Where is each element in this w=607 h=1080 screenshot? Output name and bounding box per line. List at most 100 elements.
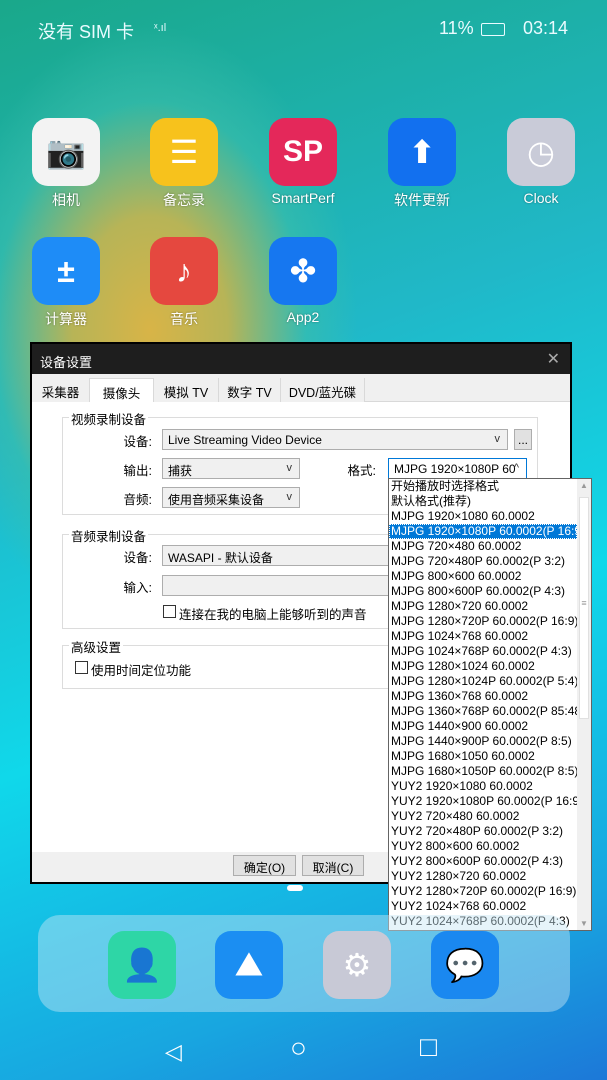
upload-arrow-icon: ⬆	[408, 134, 436, 170]
dock-gallery-icon[interactable]: ⛰	[215, 931, 283, 999]
format-value: MJPG 1920×1080P 60	[394, 462, 516, 476]
format-option[interactable]: YUY2 720×480P 60.0002(P 3:2)	[389, 824, 577, 839]
format-option[interactable]: 默认格式(推荐)	[389, 494, 577, 509]
time-seek-checkbox-label: 使用时间定位功能	[91, 664, 192, 678]
tab-capture[interactable]: 采集器	[32, 378, 90, 402]
scrollbar-thumb[interactable]: ≡	[579, 497, 589, 719]
scroll-down-icon[interactable]: ▼	[580, 919, 588, 928]
smartperf-icon: SP	[282, 135, 324, 168]
audio-label: 音频:	[123, 493, 152, 507]
tab-camera[interactable]: 摄像头	[89, 378, 154, 404]
audio-input-label: 输入:	[123, 581, 152, 595]
format-option[interactable]: MJPG 1280×1024 60.0002	[389, 659, 577, 674]
app-camera-icon[interactable]: 📷	[32, 118, 100, 186]
listen-checkbox-label: 连接在我的电脑上能够听到的声音	[179, 608, 367, 622]
format-option[interactable]: YUY2 800×600 60.0002	[389, 839, 577, 854]
format-option[interactable]: MJPG 1024×768P 60.0002(P 4:3)	[389, 644, 577, 659]
video-device-value: Live Streaming Video Device	[168, 433, 322, 447]
format-option[interactable]: YUY2 800×600P 60.0002(P 4:3)	[389, 854, 577, 869]
format-option[interactable]: 开始播放时选择格式	[389, 479, 577, 494]
ok-button[interactable]: 确定(O)	[233, 855, 296, 876]
dock-contacts-icon[interactable]: 👤	[108, 931, 176, 999]
format-option[interactable]: YUY2 1280×720 60.0002	[389, 869, 577, 884]
app-grid-app-icon[interactable]: ✤	[269, 237, 337, 305]
format-option[interactable]: YUY2 720×480 60.0002	[389, 809, 577, 824]
format-option[interactable]: MJPG 720×480 60.0002	[389, 539, 577, 554]
format-option[interactable]: MJPG 1360×768P 60.0002(P 85:48)	[389, 704, 585, 719]
format-option[interactable]: MJPG 1280×720P 60.0002(P 16:9)	[389, 614, 578, 629]
battery-icon	[481, 23, 505, 36]
audio-source-value: 使用音频采集设备	[168, 493, 265, 507]
format-option[interactable]: MJPG 1440×900 60.0002	[389, 719, 577, 734]
advanced-group-title: 高级设置	[69, 637, 124, 656]
audio-group-title: 音频录制设备	[69, 526, 149, 545]
music-icon: ♪	[176, 252, 192, 289]
clock-time: 03:14	[523, 18, 569, 38]
format-option[interactable]: MJPG 1440×900P 60.0002(P 8:5)	[389, 734, 577, 749]
recents-icon[interactable]: □	[420, 1031, 437, 1063]
gallery-icon: ⛰	[235, 946, 263, 982]
format-select[interactable]: MJPG 1920×1080P 60 ^	[388, 458, 527, 479]
cancel-button[interactable]: 取消(C)	[302, 855, 364, 876]
notepad-icon: ☰	[169, 134, 199, 170]
signal-icon: ˣ.ıl	[154, 22, 167, 34]
format-label: 格式:	[347, 464, 376, 478]
settings-icon: ⚙	[342, 947, 372, 983]
audio-device-value: WASAPI - 默认设备	[168, 551, 273, 565]
home-icon[interactable]: ○	[290, 1032, 307, 1064]
app-label: SmartPerf	[271, 190, 335, 206]
app-label: 计算器	[45, 311, 87, 327]
format-option[interactable]: MJPG 800×600P 60.0002(P 4:3)	[389, 584, 577, 599]
dialog-titlebar: 设备设置 ✕	[32, 344, 570, 374]
output-value: 捕获	[168, 464, 193, 478]
format-option[interactable]: YUY2 1024×768 60.0002	[389, 899, 577, 914]
battery-percent: 11%	[439, 18, 474, 38]
listen-checkbox[interactable]	[163, 605, 176, 618]
more-button[interactable]: ...	[514, 429, 532, 450]
tab-bar: 采集器 摄像头 模拟 TV 数字 TV DVD/蓝光碟	[32, 378, 570, 404]
app-upload-arrow-icon[interactable]: ⬆	[388, 118, 456, 186]
format-option[interactable]: MJPG 1024×768 60.0002	[389, 629, 577, 644]
app-notepad-icon[interactable]: ☰	[150, 118, 218, 186]
video-device-select[interactable]: Live Streaming Video Device v	[162, 429, 508, 450]
app-calculator-icon[interactable]: ±	[32, 237, 100, 305]
tab-digital-tv[interactable]: 数字 TV	[219, 378, 281, 402]
format-option[interactable]: MJPG 720×480P 60.0002(P 3:2)	[389, 554, 577, 569]
page-indicator	[287, 885, 303, 891]
close-icon[interactable]: ✕	[547, 349, 560, 369]
format-option[interactable]: MJPG 1920×1080 60.0002	[389, 509, 577, 524]
app-clock-icon[interactable]: ◷	[507, 118, 575, 186]
contacts-icon: 👤	[122, 947, 162, 983]
format-option[interactable]: YUY2 1920×1080P 60.0002(P 16:9)	[389, 794, 583, 809]
output-select[interactable]: 捕获 v	[162, 458, 300, 479]
dialog-title: 设备设置	[40, 355, 93, 370]
scroll-up-icon[interactable]: ▲	[580, 481, 588, 490]
format-option[interactable]: MJPG 1280×1024P 60.0002(P 5:4)	[389, 674, 578, 689]
audio-source-select[interactable]: 使用音频采集设备 v	[162, 487, 300, 508]
dock-messages-icon[interactable]: 💬	[431, 931, 499, 999]
app-label: Clock	[523, 190, 559, 206]
app-label: 相机	[52, 192, 80, 208]
format-option[interactable]: MJPG 1920×1080P 60.0002(P 16:9)	[389, 524, 585, 539]
format-option[interactable]: MJPG 1360×768 60.0002	[389, 689, 577, 704]
tab-analog-tv[interactable]: 模拟 TV	[154, 378, 219, 402]
tab-dvd-bluray[interactable]: DVD/蓝光碟	[281, 378, 365, 402]
app-smartperf-icon[interactable]: SP	[269, 118, 337, 186]
dock-settings-icon[interactable]: ⚙	[323, 931, 391, 999]
format-option[interactable]: MJPG 1280×720 60.0002	[389, 599, 577, 614]
time-seek-checkbox[interactable]	[75, 661, 88, 674]
app-label: App2	[286, 309, 320, 325]
format-option[interactable]: MJPG 800×600 60.0002	[389, 569, 577, 584]
app-label: 软件更新	[394, 192, 450, 208]
camera-icon: 📷	[46, 134, 86, 170]
format-option[interactable]: MJPG 1680×1050P 60.0002(P 8:5)	[389, 764, 578, 779]
app-music-icon[interactable]: ♪	[150, 237, 218, 305]
carrier-text: 没有 SIM 卡	[38, 22, 135, 42]
format-option[interactable]: YUY2 1920×1080 60.0002	[389, 779, 577, 794]
back-icon[interactable]: ◁	[165, 1039, 182, 1065]
format-dropdown-list[interactable]: 开始播放时选择格式 默认格式(推荐) MJPG 1920×1080 60.0002 M…	[388, 478, 592, 931]
video-group-title: 视频录制设备	[69, 409, 149, 428]
format-option[interactable]: MJPG 1680×1050 60.0002	[389, 749, 577, 764]
scrollbar[interactable]: ▲ ≡ ▼	[577, 479, 591, 930]
format-option[interactable]: YUY2 1280×720P 60.0002(P 16:9)	[389, 884, 577, 899]
